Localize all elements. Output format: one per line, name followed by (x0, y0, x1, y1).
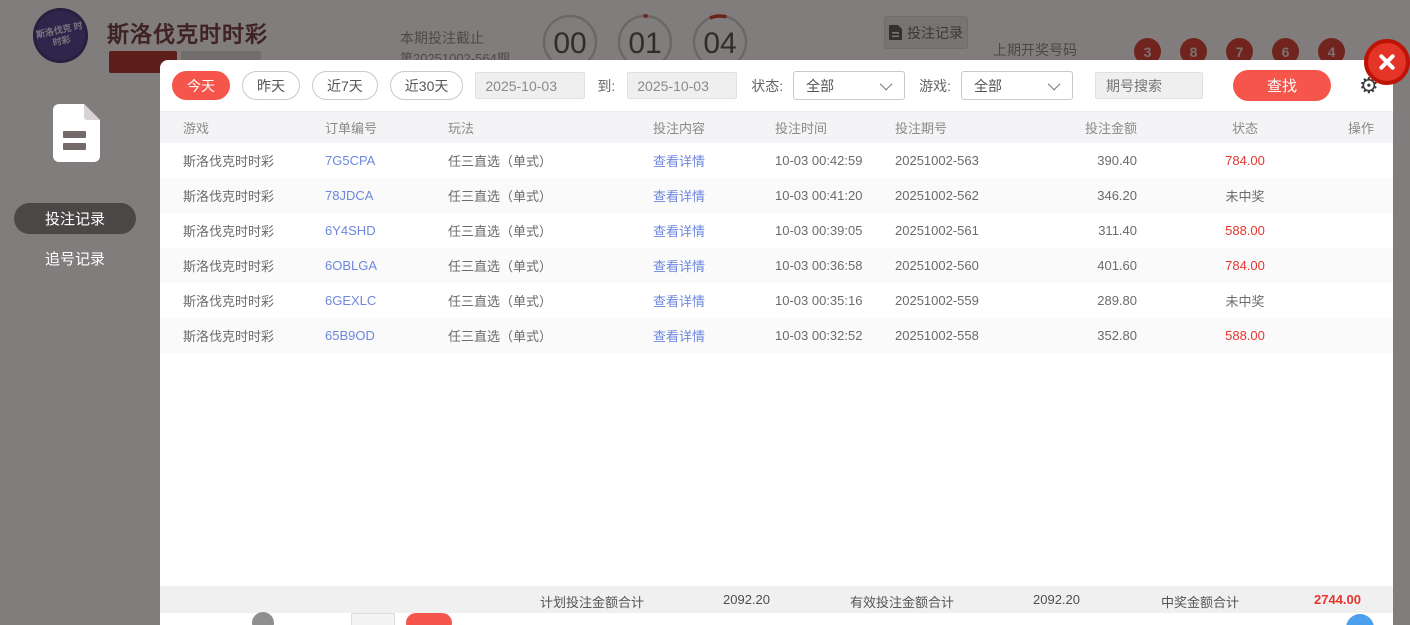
date-from-input[interactable] (475, 72, 586, 99)
pagination-go-button[interactable] (406, 613, 452, 625)
col-header-game: 游戏 (183, 121, 210, 136)
range-7days-button[interactable]: 近7天 (312, 71, 378, 100)
game-filter-label: 游戏: (919, 77, 952, 94)
col-header-order: 订单编号 (325, 121, 378, 136)
sidebar-item-bet-records[interactable]: 投注记录 (14, 203, 136, 234)
sidebar-item-label: 投注记录 (44, 211, 105, 228)
order-link[interactable]: 78JDCA (325, 188, 373, 203)
bet-records-modal: 今天 昨天 近7天 近30天 到: 状态: 全部 游戏: 全部 查找 ⚙ 游戏 … (160, 39, 1410, 625)
view-detail-link[interactable]: 查看详情 (653, 154, 705, 169)
filter-bar: 今天 昨天 近7天 近30天 到: 状态: 全部 游戏: 全部 查找 ⚙ (160, 60, 1393, 112)
chat-float-button[interactable] (1346, 614, 1374, 625)
table-row: 斯洛伐克时时彩 6OBLGA 任三直选（单式） 查看详情 10-03 00:36… (160, 248, 1393, 283)
plan-total-value: 2092.20 (723, 592, 770, 607)
search-button[interactable]: 查找 (1233, 70, 1332, 101)
range-today-button[interactable]: 今天 (172, 71, 230, 100)
close-icon[interactable] (1364, 39, 1410, 85)
view-detail-link[interactable]: 查看详情 (653, 329, 705, 344)
range-yesterday-button[interactable]: 昨天 (242, 71, 300, 100)
table-row: 斯洛伐克时时彩 6GEXLC 任三直选（单式） 查看详情 10-03 00:35… (183, 293, 1265, 309)
order-link[interactable]: 6GEXLC (325, 293, 376, 308)
date-to-input[interactable] (627, 72, 738, 99)
to-label: 到: (597, 77, 616, 94)
sidebar-item-chase-records[interactable]: 追号记录 (14, 243, 136, 274)
col-header-action: 操作 (1348, 121, 1375, 136)
range-30days-button[interactable]: 近30天 (389, 71, 464, 100)
win-total-value: 2744.00 (1314, 592, 1361, 607)
view-detail-link[interactable]: 查看详情 (653, 224, 705, 239)
col-header-amount: 投注金额 (1084, 121, 1137, 136)
view-detail-link[interactable]: 查看详情 (653, 294, 705, 309)
order-link[interactable]: 7G5CPA (325, 153, 375, 168)
col-header-play: 玩法 (448, 121, 475, 136)
game-select-value: 全部 (974, 77, 1003, 94)
table-row: 斯洛伐克时时彩 6Y4SHD 任三直选（单式） 查看详情 10-03 00:39… (183, 223, 1265, 239)
order-link[interactable]: 6OBLGA (325, 258, 377, 273)
col-header-period: 投注期号 (895, 121, 948, 136)
records-document-icon (53, 104, 100, 162)
order-link[interactable]: 6Y4SHD (325, 223, 376, 238)
col-header-content: 投注内容 (653, 121, 706, 136)
col-header-time: 投注时间 (775, 121, 828, 136)
valid-total-label: 有效投注金额合计 (850, 595, 955, 610)
summary-bar: 计划投注金额合计 2092.20 有效投注金额合计 2092.20 中奖金额合计… (160, 586, 1393, 613)
win-total-label: 中奖金额合计 (1161, 595, 1240, 610)
view-detail-link[interactable]: 查看详情 (653, 189, 705, 204)
status-filter-label: 状态: (751, 77, 784, 94)
table-row: 斯洛伐克时时彩 7G5CPA 任三直选（单式） 查看详情 10-03 00:42… (183, 153, 1265, 169)
table-header-row: 游戏 订单编号 玩法 投注内容 投注时间 投注期号 投注金额 状态 操作 (160, 112, 1393, 143)
chevron-down-icon (1047, 77, 1061, 91)
status-select[interactable]: 全部 (793, 71, 906, 100)
table-row: 斯洛伐克时时彩 65B9OD 任三直选（单式） 查看详情 10-03 00:32… (160, 318, 1393, 353)
table-row: 斯洛伐克时时彩 78JDCA 任三直选（单式） 查看详情 10-03 00:41… (160, 178, 1393, 213)
order-link[interactable]: 65B9OD (325, 328, 375, 343)
chevron-down-icon (879, 77, 893, 91)
plan-total-label: 计划投注金额合计 (540, 595, 645, 610)
valid-total-value: 2092.20 (1033, 592, 1080, 607)
pagination-page-input[interactable] (351, 613, 395, 625)
bet-records-table: 游戏 订单编号 玩法 投注内容 投注时间 投注期号 投注金额 状态 操作 斯洛伐… (160, 112, 1393, 353)
period-search-input[interactable] (1095, 72, 1204, 99)
game-select[interactable]: 全部 (961, 71, 1074, 100)
col-header-status: 状态 (1231, 121, 1258, 136)
view-detail-link[interactable]: 查看详情 (653, 259, 705, 274)
pagination-button[interactable] (252, 612, 274, 625)
status-select-value: 全部 (806, 77, 835, 94)
sidebar-item-label: 追号记录 (44, 251, 105, 268)
